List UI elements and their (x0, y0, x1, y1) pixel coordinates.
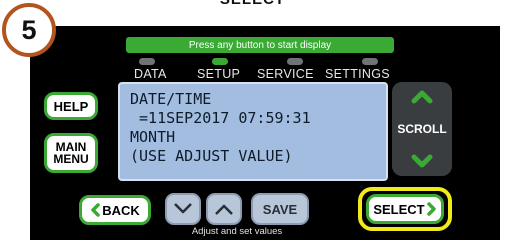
lcd-line: DATE/TIME (130, 90, 212, 108)
start-display-banner: Press any button to start display (126, 37, 394, 53)
select-label: SELECT (373, 201, 425, 217)
mode-indicator-data (139, 58, 155, 65)
back-button[interactable]: BACK (79, 195, 151, 225)
adjust-down-button[interactable] (165, 193, 201, 225)
chevron-right-icon (426, 202, 436, 216)
step-number-badge: 5 (2, 3, 56, 57)
lcd-screen: DATE/TIME =11SEP2017 07:59:31 MONTH (USE… (118, 82, 388, 181)
mode-indicator-service (287, 58, 303, 65)
back-label: BACK (102, 202, 140, 218)
select-button[interactable]: SELECT (366, 194, 444, 224)
chevron-up-icon[interactable] (411, 88, 433, 104)
save-button[interactable]: SAVE (251, 193, 309, 225)
mode-indicator-setup (212, 58, 228, 65)
lcd-line: =11SEP2017 07:59:31 (130, 109, 311, 127)
mode-label-setup: SETUP (197, 67, 241, 81)
control-panel: Press any button to start display DATA S… (30, 26, 500, 240)
scroll-label: SCROLL (397, 122, 447, 136)
top-caption: SELECT (0, 0, 505, 8)
adjust-up-button[interactable] (206, 193, 242, 225)
adjust-caption: Adjust and set values (191, 226, 283, 237)
help-button[interactable]: HELP (44, 92, 98, 120)
scroll-control: SCROLL (392, 82, 452, 176)
mode-indicator-settings (362, 58, 378, 65)
chevron-left-icon (91, 203, 100, 217)
lcd-line: MONTH (130, 128, 176, 146)
main-menu-label-line2: MENU (53, 152, 89, 166)
mode-label-service: SERVICE (257, 67, 314, 81)
mode-label-settings: SETTINGS (325, 67, 390, 81)
chevron-down-icon (174, 203, 192, 214)
lcd-line: (USE ADJUST VALUE) (130, 147, 293, 165)
main-menu-button[interactable]: MAIN MENU (44, 133, 98, 173)
chevron-up-icon (215, 204, 233, 215)
chevron-down-icon[interactable] (411, 154, 433, 170)
mode-label-data: DATA (134, 67, 167, 81)
